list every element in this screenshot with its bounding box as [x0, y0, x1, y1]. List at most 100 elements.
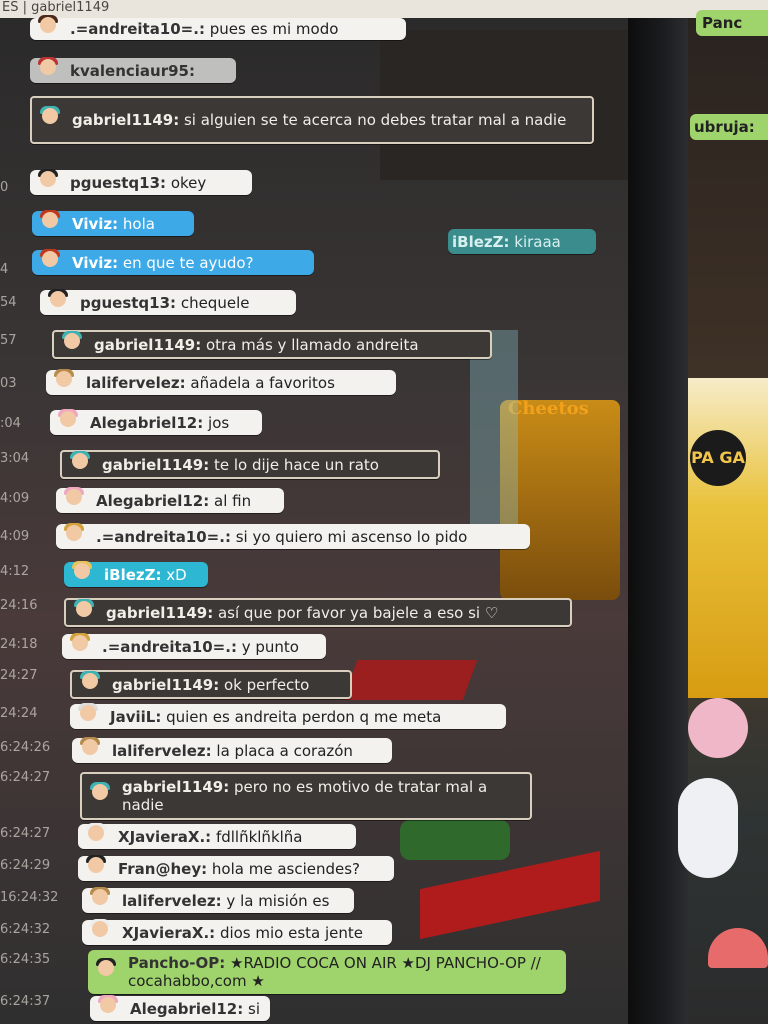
- avatar: [80, 822, 114, 851]
- avatar: [90, 958, 124, 986]
- message-text: xD: [166, 565, 187, 584]
- chat-message: gabriel1149: te lo dije hace un rato: [60, 450, 440, 479]
- sender-name: JaviiL:: [110, 707, 162, 726]
- room-bubble-text: kiraaa: [514, 232, 561, 251]
- chat-message: Viviz: en que te ayudo?: [32, 248, 314, 275]
- chat-message: Pancho-OP: ★RADIO COCA ON AIR ★DJ PANCHO…: [88, 950, 566, 994]
- message-text: añadela a favoritos: [190, 373, 335, 392]
- message-text: dios mio esta jente: [219, 923, 364, 942]
- timestamp: :04: [0, 416, 21, 431]
- avatar: [32, 56, 66, 85]
- sender-name: gabriel1149:: [102, 455, 210, 474]
- avatar: [42, 288, 76, 317]
- chat-message: pguestq13: chequele: [40, 288, 296, 317]
- avatar: [64, 450, 98, 479]
- chat-message: kvalenciaur95:: [30, 56, 236, 85]
- message-text: pues es mi modo: [209, 20, 339, 38]
- chat-message: gabriel1149: si alguien se te acerca no …: [30, 96, 594, 144]
- shop-stall: [688, 378, 768, 698]
- chat-message: gabriel1149: otra más y llamado andreita: [52, 330, 492, 359]
- sender-name: Alegabriel12:: [96, 491, 210, 510]
- avatar: [66, 560, 100, 589]
- green-plants: [400, 820, 510, 860]
- timestamp: 24:18: [0, 637, 38, 652]
- right-room-panel: Panc ubruja: PA GA: [678, 10, 768, 1024]
- sender-name: XJavieraX.:: [118, 827, 212, 846]
- message-text: y la misión es: [226, 891, 330, 910]
- message-text: la placa a corazón: [216, 741, 353, 760]
- message-text: okey: [170, 173, 207, 192]
- chat-message: lalifervelez: y la misión es: [82, 886, 354, 915]
- right-bubble-1: Panc: [696, 10, 768, 36]
- message-text: te lo dije hace un rato: [213, 455, 379, 474]
- chat-message: JaviiL: quien es andreita perdon q me me…: [70, 702, 506, 731]
- avatar: [58, 486, 92, 515]
- avatar: [84, 918, 118, 947]
- sender-name: Viviz:: [72, 253, 119, 272]
- timestamp: 6:24:37: [0, 994, 51, 1009]
- sender-name: .=andreita10=.:: [70, 20, 205, 38]
- chat-message: pguestq13: okey: [30, 168, 252, 197]
- chat-message: Viviz: hola: [32, 209, 194, 238]
- message-text: hola me asciendes?: [211, 859, 361, 878]
- chat-message: .=andreita10=.: pues es mi modo: [30, 15, 406, 40]
- timestamp: 6:24:29: [0, 858, 51, 873]
- sender-name: Viviz:: [72, 214, 119, 233]
- sender-name: lalifervelez:: [86, 373, 186, 392]
- avatar: [48, 368, 82, 397]
- monitor-bezel-divider: [628, 18, 688, 1024]
- message-text: chequele: [180, 293, 250, 312]
- avatar: [34, 106, 68, 134]
- white-cat-avatar: [678, 778, 738, 878]
- timestamp: 6:24:26: [0, 740, 51, 755]
- avatar: [74, 736, 108, 765]
- avatar: [92, 994, 126, 1023]
- sender-name: Pancho-OP:: [128, 954, 226, 972]
- sender-name: pguestq13:: [70, 173, 167, 192]
- message-text: fdllñklñklña: [215, 827, 303, 846]
- timestamp: 24:24: [0, 706, 38, 721]
- message-text: quien es andreita perdon q me meta: [166, 707, 442, 726]
- message-text: ok perfecto: [223, 675, 310, 694]
- chat-message: .=andreita10=.: si yo quiero mi ascenso …: [56, 522, 530, 549]
- timestamp: 54: [0, 295, 17, 310]
- chat-message: gabriel1149: ok perfecto: [70, 670, 352, 699]
- timestamp: 4:12: [0, 564, 30, 579]
- sender-name: pguestq13:: [80, 293, 177, 312]
- room-bubble-name: iBlezZ:: [452, 232, 510, 251]
- message-text: si yo quiero mi ascenso lo pido: [235, 527, 468, 546]
- avatar: [32, 168, 66, 197]
- sender-name: gabriel1149:: [94, 335, 202, 354]
- timestamp: 4:09: [0, 491, 30, 506]
- chat-message: Fran@hey: hola me asciendes?: [78, 854, 394, 881]
- sender-name: gabriel1149:: [112, 675, 220, 694]
- avatar: [72, 702, 106, 731]
- avatar: [84, 886, 118, 915]
- sender-name: gabriel1149:: [122, 778, 230, 796]
- sender-name: kvalenciaur95:: [70, 61, 195, 80]
- message-text: al fin: [214, 491, 252, 510]
- timestamp: 0: [0, 180, 9, 195]
- chat-message: gabriel1149: pero no es motivo de tratar…: [80, 772, 532, 820]
- message-text: otra más y llamado andreita: [205, 335, 419, 354]
- sender-name: Fran@hey:: [118, 859, 208, 878]
- sender-name: .=andreita10=.:: [96, 527, 231, 546]
- chat-message: lalifervelez: añadela a favoritos: [46, 368, 396, 397]
- window-title-strip: ES | gabriel1149: [0, 0, 768, 19]
- timestamp: 16:24:32: [0, 890, 59, 905]
- shop-sign: PA GA: [690, 430, 746, 486]
- chat-message: Alegabriel12: jos: [50, 408, 262, 435]
- avatar: [64, 632, 98, 661]
- message-text: hola: [122, 214, 155, 233]
- sender-name: iBlezZ:: [104, 565, 162, 584]
- timestamp: 24:16: [0, 598, 38, 613]
- message-text: en que te ayudo?: [122, 253, 254, 272]
- sender-name: XJavieraX.:: [122, 923, 216, 942]
- message-text: así que por favor ya bajele a eso si ♡: [217, 603, 499, 622]
- room-chat-bubble: iBlezZ: kiraaa: [448, 229, 596, 254]
- timestamp: 57: [0, 333, 17, 348]
- chat-message: iBlezZ: xD: [64, 560, 208, 589]
- avatar: [34, 209, 68, 238]
- timestamp: 03: [0, 376, 17, 391]
- avatar: [56, 330, 90, 359]
